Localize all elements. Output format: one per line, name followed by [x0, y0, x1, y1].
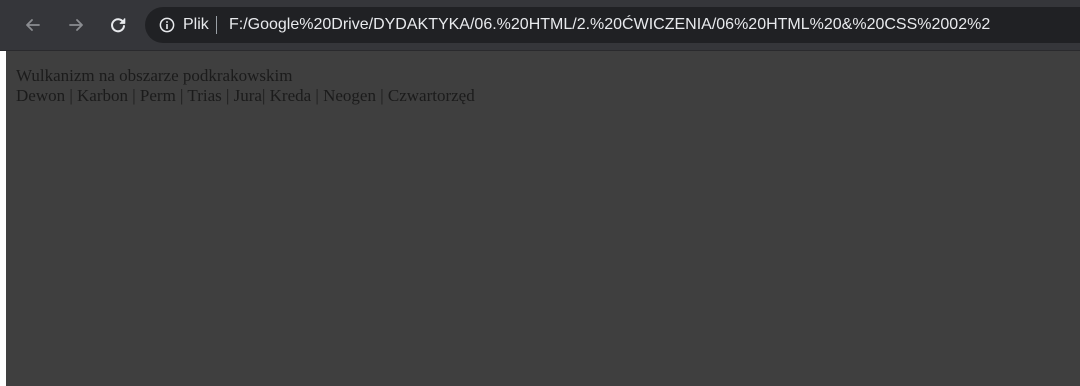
page-viewport: Wulkanizm na obszarze podkrakowskim Dewo… [6, 51, 1080, 386]
reload-button[interactable] [104, 11, 132, 39]
nav-separator: | [175, 86, 188, 105]
nav-separator: | [261, 86, 270, 105]
nav-link-neogen[interactable]: Neogen [323, 86, 376, 105]
arrow-right-icon [69, 19, 83, 31]
back-button[interactable] [19, 11, 47, 39]
address-scheme-label: Plik [183, 16, 209, 33]
nav-link-jura[interactable]: Jura [234, 86, 262, 105]
address-bar[interactable]: Plik F:/Google%20Drive/DYDAKTYKA/06.%20H… [145, 7, 1080, 43]
nav-link-trias[interactable]: Trias [187, 86, 221, 105]
page-title: Wulkanizm na obszarze podkrakowskim [16, 66, 293, 85]
nav-separator: | [221, 86, 234, 105]
arrow-left-icon [26, 19, 40, 31]
forward-button[interactable] [62, 11, 90, 39]
nav-separator: | [65, 86, 78, 105]
reload-icon [111, 18, 126, 33]
nav-link-dewon[interactable]: Dewon [16, 86, 65, 105]
browser-toolbar: Plik F:/Google%20Drive/DYDAKTYKA/06.%20H… [0, 0, 1080, 51]
nav-link-karbon[interactable]: Karbon [77, 86, 128, 105]
page-content: Wulkanizm na obszarze podkrakowskim Dewo… [16, 66, 475, 106]
nav-link-czwartorzed[interactable]: Czwartorzęd [388, 86, 475, 105]
period-nav: Dewon | Karbon | Perm | Trias | Jura| Kr… [16, 86, 475, 106]
browser-window: Plik F:/Google%20Drive/DYDAKTYKA/06.%20H… [0, 0, 1080, 386]
address-divider [216, 16, 217, 34]
nav-separator: | [128, 86, 140, 105]
nav-link-perm[interactable]: Perm [140, 86, 176, 105]
info-circle-icon[interactable] [159, 17, 175, 33]
nav-link-kreda[interactable]: Kreda [270, 86, 312, 105]
address-url[interactable]: F:/Google%20Drive/DYDAKTYKA/06.%20HTML/2… [229, 15, 990, 35]
nav-separator: | [311, 86, 324, 105]
nav-separator: | [375, 86, 388, 105]
